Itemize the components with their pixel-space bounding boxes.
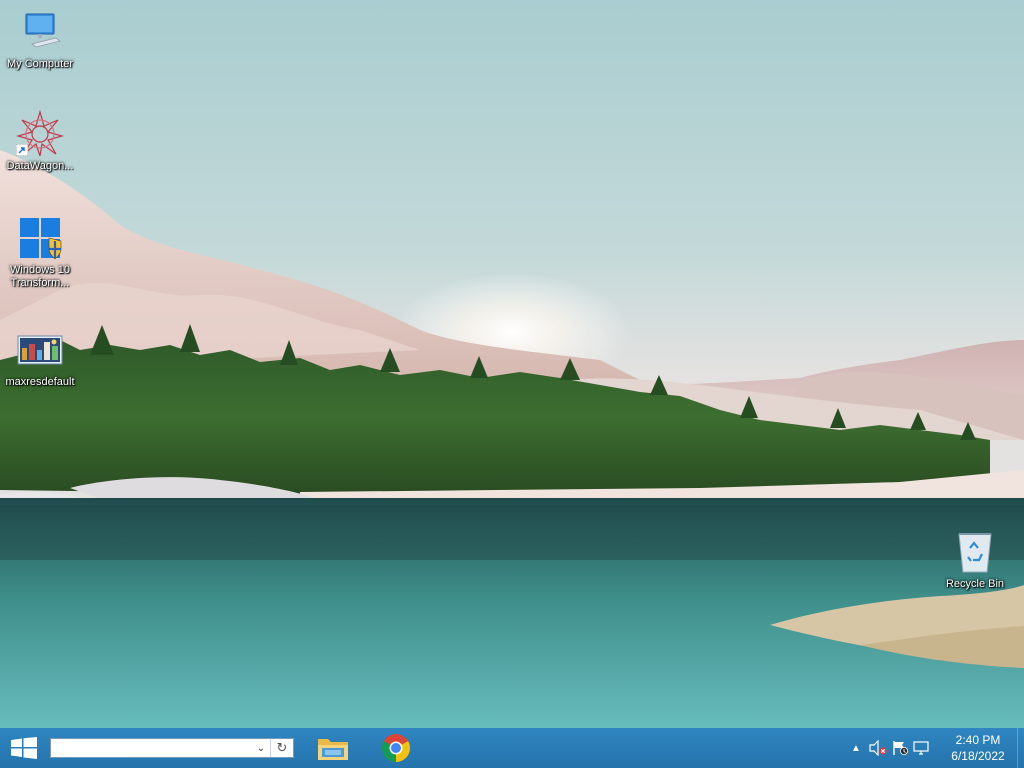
- chevron-down-icon[interactable]: ⌄: [252, 739, 270, 757]
- desktop-icon-label: maxresdefault: [5, 376, 75, 388]
- image-file-icon: [16, 326, 64, 374]
- show-hidden-icons-chevron[interactable]: ▲: [845, 728, 867, 768]
- desktop-icon-datawagon[interactable]: DataWagon...: [0, 110, 80, 173]
- desktop-icon-label: My Computer: [6, 58, 74, 70]
- clock-time: 2:40 PM: [955, 733, 1001, 747]
- system-tray: ▲ 2:40 PM 6/18/2022: [845, 728, 1024, 768]
- show-desktop-button[interactable]: [1017, 728, 1024, 768]
- clock-date: 6/18/2022: [951, 749, 1005, 763]
- chrome-icon: [382, 734, 410, 762]
- desktop-wallpaper: [0, 0, 1024, 728]
- taskbar: ⌄ ↻ ▲ 2:40 PM 6/18/2022: [0, 728, 1024, 768]
- windows-logo-icon: [11, 737, 37, 759]
- windows-shield-icon: [16, 214, 64, 262]
- address-input[interactable]: [51, 740, 252, 756]
- desktop-icon-maxresdefault[interactable]: maxresdefault: [0, 326, 80, 389]
- network-icon[interactable]: [911, 728, 933, 768]
- file-explorer-icon: [318, 739, 348, 760]
- taskbar-app-file-explorer[interactable]: [311, 728, 355, 768]
- start-button[interactable]: [0, 728, 48, 768]
- computer-icon: [16, 8, 64, 56]
- desktop[interactable]: My Computer DataWagon... Windows 10 Tran…: [0, 0, 1024, 728]
- address-toolbar: ⌄ ↻: [50, 738, 294, 758]
- desktop-icon-recycle-bin[interactable]: Recycle Bin: [935, 528, 1015, 591]
- desktop-icon-label: Recycle Bin: [945, 578, 1005, 590]
- volume-muted-icon[interactable]: [867, 728, 889, 768]
- action-center-flag-icon[interactable]: [889, 728, 911, 768]
- refresh-icon[interactable]: ↻: [270, 739, 293, 757]
- taskbar-app-chrome[interactable]: [374, 728, 418, 768]
- recycle-bin-icon: [951, 528, 999, 576]
- desktop-icon-windows-10-transform[interactable]: Windows 10 Transform...: [0, 214, 80, 290]
- desktop-icon-my-computer[interactable]: My Computer: [0, 8, 80, 71]
- taskbar-clock[interactable]: 2:40 PM 6/18/2022: [939, 732, 1017, 764]
- desktop-icon-label: Windows 10 Transform...: [10, 264, 70, 289]
- shortcut-arrow-icon: [16, 144, 28, 156]
- desktop-icon-label: DataWagon...: [6, 160, 74, 172]
